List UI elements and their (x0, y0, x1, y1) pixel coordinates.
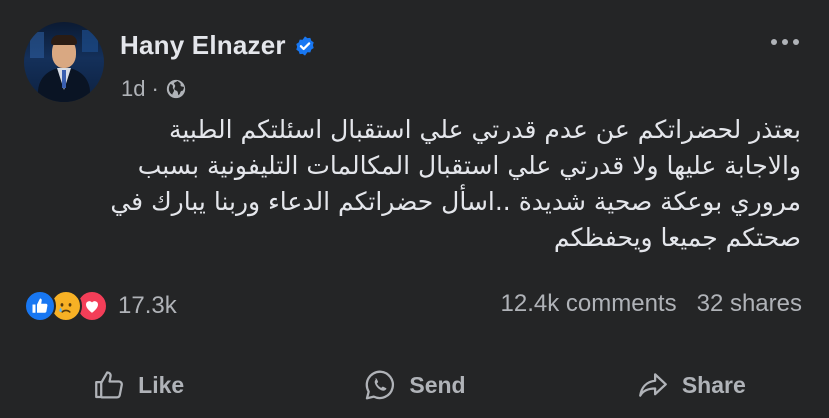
reaction-count[interactable]: 17.3k (118, 292, 177, 320)
post-body: بعتذر لحضراتكم عن عدم قدرتي علي استقبال … (41, 112, 801, 256)
globe-icon[interactable] (165, 78, 187, 100)
thumbs-up-icon (95, 371, 124, 399)
reactions-summary[interactable]: 17.3k (24, 290, 177, 322)
meta-separator: · (151, 76, 159, 101)
post-meta: 1d · (121, 76, 187, 102)
post-body-line: والاجابة عليها ولا قدرتي علي استقبال الم… (137, 151, 801, 180)
send-button[interactable]: Send (276, 368, 552, 402)
share-label: Share (681, 371, 746, 398)
post-body-line: مروري بوعكة صحية شديدة ..اسأل حضراتكم ال… (110, 187, 801, 216)
send-label: Send (409, 371, 466, 398)
like-label: Like (138, 371, 185, 398)
author-name[interactable]: Hany Elnazer (120, 30, 286, 61)
more-options-icon[interactable] (768, 32, 802, 52)
shares-count[interactable]: 32 shares (697, 290, 802, 318)
author-header: Hany Elnazer (120, 30, 316, 61)
share-arrow-icon (638, 373, 667, 397)
post-body-line: بعتذر لحضراتكم عن عدم قدرتي علي استقبال … (168, 115, 801, 144)
author-avatar[interactable] (24, 22, 104, 102)
like-button[interactable]: Like (0, 368, 276, 402)
post-actions-bar: Like Send Share (0, 352, 829, 418)
post-card: Hany Elnazer 1d · بعتذر لحضراتكم عن عدم … (0, 0, 829, 418)
like-reaction-icon (24, 290, 56, 322)
post-body-line: صحتكم جميعا ويحفظكم (553, 223, 801, 252)
post-timestamp[interactable]: 1d (121, 76, 145, 102)
verified-badge-icon (295, 35, 314, 56)
engagement-stats: 12.4k comments 32 shares (501, 290, 802, 318)
share-button[interactable]: Share (553, 368, 829, 402)
whatsapp-icon (366, 370, 395, 400)
comments-count[interactable]: 12.4k comments (501, 290, 677, 318)
